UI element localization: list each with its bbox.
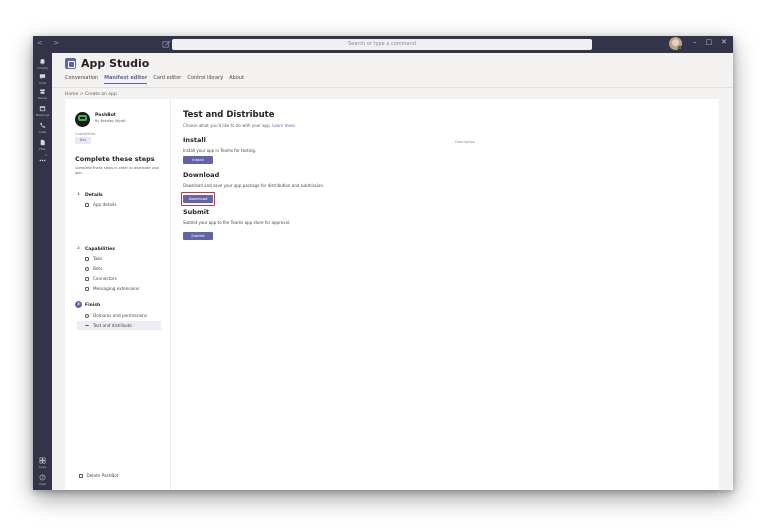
app-header: App Studio Conversation Manifest editor … bbox=[52, 53, 733, 88]
tab-about[interactable]: About bbox=[229, 75, 244, 84]
phone-icon bbox=[40, 122, 46, 128]
breadcrumb[interactable]: Home > Create an app bbox=[65, 92, 117, 97]
rail-item-chat[interactable]: Chat bbox=[33, 73, 52, 85]
nav-arrows[interactable]: < > bbox=[37, 39, 63, 47]
rail-item-calls[interactable]: Calls bbox=[33, 122, 52, 134]
compose-icon[interactable] bbox=[162, 40, 171, 49]
list-icon bbox=[85, 203, 89, 207]
step-messaging-extensions[interactable]: Messaging extensions bbox=[77, 284, 161, 293]
maximize-icon[interactable]: □ bbox=[706, 38, 713, 46]
download-text: Download and save your app package for d… bbox=[183, 183, 325, 188]
step-connectors[interactable]: Connectors bbox=[77, 274, 161, 283]
app-tabs: Conversation Manifest editor Card editor… bbox=[65, 75, 244, 84]
bot-name: PoshBot bbox=[95, 113, 116, 118]
step-bots[interactable]: Bots bbox=[77, 264, 161, 273]
teams-icon bbox=[40, 89, 45, 94]
section-finish: 3 Finish bbox=[75, 301, 100, 308]
tab-icon bbox=[85, 257, 89, 261]
section-label: Finish bbox=[85, 303, 101, 308]
content-card: PoshBot By Bradley Wyatt Capabilities Bo… bbox=[65, 99, 719, 490]
file-icon bbox=[40, 139, 45, 146]
learn-more-link[interactable]: Learn more bbox=[272, 123, 295, 128]
rail-item-more[interactable] bbox=[33, 154, 52, 165]
section-number: 1 bbox=[77, 192, 80, 196]
rail-item-teams[interactable]: Teams bbox=[33, 88, 52, 100]
bot-avatar bbox=[75, 112, 90, 127]
rail-item-help[interactable]: ? Help bbox=[33, 474, 52, 486]
bell-icon bbox=[40, 59, 45, 65]
submit-button[interactable]: Submit bbox=[183, 232, 213, 240]
app-studio-logo-icon bbox=[65, 58, 76, 69]
tab-manifest-editor[interactable]: Manifest editor bbox=[104, 75, 148, 84]
close-icon[interactable]: ✕ bbox=[721, 38, 727, 46]
test-and-distribute-panel: Test and Distribute Choose what you'd li… bbox=[181, 99, 703, 490]
chat-icon bbox=[39, 74, 46, 80]
capabilities-label: Capabilities bbox=[75, 132, 96, 136]
submit-text: Submit your app to the Teams app store f… bbox=[183, 220, 291, 225]
more-icon bbox=[39, 159, 46, 162]
step-domains-and-permissions[interactable]: Domains and permissions bbox=[77, 311, 161, 320]
install-button[interactable]: Install bbox=[183, 156, 213, 164]
rail-item-meetings[interactable]: Meetings bbox=[33, 105, 52, 117]
apps-icon bbox=[39, 457, 46, 464]
minimize-icon[interactable]: – bbox=[693, 38, 697, 46]
svg-text:?: ? bbox=[41, 475, 43, 480]
capability-badge: Bot bbox=[75, 137, 91, 144]
steps-title: Complete these steps bbox=[75, 155, 155, 163]
step-test-and-distribute[interactable]: Test and distribute bbox=[77, 321, 161, 330]
section-details: 1 Details bbox=[75, 191, 103, 198]
download-heading: Download bbox=[183, 171, 220, 179]
screenshot-stage: < > Search or type a command – □ ✕ Activ… bbox=[0, 0, 768, 529]
presence-status-icon bbox=[678, 46, 682, 50]
app-rail: Activity Chat Teams Meetings Calls Files bbox=[33, 53, 52, 490]
title-bar: < > Search or type a command – □ ✕ bbox=[33, 36, 733, 53]
description-label: Description bbox=[455, 140, 475, 144]
install-heading: Install bbox=[183, 136, 206, 144]
page-title: Test and Distribute bbox=[183, 110, 275, 120]
calendar-icon bbox=[39, 106, 46, 112]
section-capabilities: 2 Capabilities bbox=[75, 245, 115, 252]
section-number: 3 bbox=[75, 301, 82, 308]
bot-icon bbox=[85, 267, 89, 271]
help-icon: ? bbox=[39, 474, 46, 481]
install-text: Install your app in Teams for testing. bbox=[183, 148, 257, 153]
tab-control-library[interactable]: Control library bbox=[187, 75, 223, 84]
app-title: App Studio bbox=[81, 57, 150, 70]
download-highlight-box bbox=[181, 192, 215, 206]
steps-subtitle: Complete these steps in order to distrib… bbox=[75, 166, 160, 175]
search-input[interactable]: Search or type a command bbox=[172, 39, 592, 50]
submit-heading: Submit bbox=[183, 208, 210, 216]
connector-icon bbox=[85, 277, 89, 281]
teams-window: < > Search or type a command – □ ✕ Activ… bbox=[33, 36, 733, 490]
rail-item-apps[interactable]: Apps bbox=[33, 457, 52, 469]
pulse-icon bbox=[85, 325, 89, 327]
step-tabs[interactable]: Tabs bbox=[77, 254, 161, 263]
rail-item-files[interactable]: Files bbox=[33, 139, 52, 151]
trash-icon bbox=[79, 474, 83, 478]
globe-icon bbox=[85, 314, 89, 318]
extension-icon bbox=[85, 287, 89, 291]
section-label: Capabilities bbox=[85, 247, 115, 252]
window-controls: – □ ✕ bbox=[693, 38, 727, 46]
rail-item-activity[interactable]: Activity bbox=[33, 58, 52, 70]
page-subtitle: Choose what you'd like to do with your a… bbox=[183, 123, 295, 128]
steps-panel: PoshBot By Bradley Wyatt Capabilities Bo… bbox=[65, 99, 171, 490]
bot-author: By Bradley Wyatt bbox=[95, 119, 126, 123]
tab-card-editor[interactable]: Card editor bbox=[153, 75, 181, 84]
step-app-details[interactable]: App details bbox=[77, 200, 161, 209]
notification-dot bbox=[45, 154, 47, 156]
delete-app-button[interactable]: Delete PoshBot bbox=[79, 473, 118, 478]
section-number: 2 bbox=[77, 246, 80, 250]
tab-conversation[interactable]: Conversation bbox=[65, 75, 98, 84]
section-label: Details bbox=[85, 193, 103, 198]
